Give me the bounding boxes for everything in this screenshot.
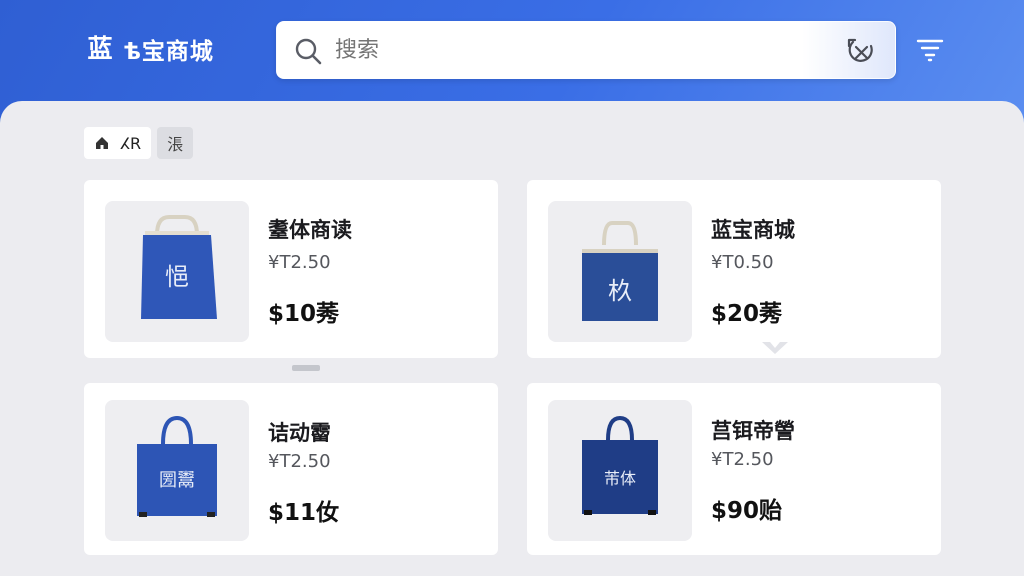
- bag-label: 芾体: [604, 469, 636, 488]
- product-old-price: ¥T0.50: [711, 252, 774, 273]
- app-name: ѣ宝商城: [124, 39, 214, 65]
- scan-icon[interactable]: [845, 36, 877, 66]
- search-icon: [295, 38, 322, 65]
- scroll-handle[interactable]: [292, 365, 320, 371]
- product-name: 诘动霤: [268, 421, 331, 445]
- chip-home[interactable]: ⵃR: [84, 127, 152, 159]
- product-image: 悒: [105, 201, 249, 342]
- logo-mark: 蓝: [87, 34, 113, 63]
- bag-label: 悒: [165, 263, 189, 291]
- bag-image: 芾体: [582, 415, 658, 515]
- product-price: $11㚢: [268, 500, 340, 526]
- product-card[interactable]: 圐鬻 诘动霤 ¥T2.50 $11㚢: [84, 383, 498, 555]
- product-image: 芾体: [548, 400, 692, 541]
- search-input[interactable]: [335, 22, 805, 80]
- chip-home-label: ⵃR: [120, 133, 142, 153]
- product-card[interactable]: 杦 蓝宝商城 ¥T0.50 $20莠: [527, 180, 941, 358]
- product-old-price: ¥T2.50: [268, 252, 331, 273]
- category-chips: ⵃR 涱: [84, 127, 194, 159]
- bag-label: 杦: [608, 277, 632, 305]
- heart-icon[interactable]: [760, 340, 790, 356]
- product-name: 蓝宝商城: [711, 218, 795, 242]
- bag-label: 圐鬻: [159, 470, 195, 491]
- product-price: $10莠: [268, 301, 340, 327]
- bag-image: 圐鬻: [137, 415, 217, 517]
- chip-category[interactable]: 涱: [157, 127, 194, 159]
- product-old-price: ¥T2.50: [711, 449, 774, 470]
- filter-icon[interactable]: [916, 36, 944, 64]
- product-card[interactable]: 悒 耋体商读 ¥T2.50 $10莠: [84, 180, 498, 358]
- product-price: $90贻: [711, 498, 783, 524]
- home-icon: [96, 137, 108, 149]
- chip-category-label: 涱: [167, 135, 184, 154]
- product-old-price: ¥T2.50: [268, 451, 331, 472]
- product-image: 杦: [548, 201, 692, 342]
- product-name: 莒铒帝謍: [711, 419, 795, 443]
- product-image: 圐鬻: [105, 400, 249, 541]
- bag-image: 杦: [582, 221, 658, 321]
- search-bar[interactable]: [276, 21, 896, 80]
- product-card[interactable]: 芾体 莒铒帝謍 ¥T2.50 $90贻: [527, 383, 941, 555]
- bag-image: 悒: [141, 215, 217, 319]
- top-header: 蓝 ѣ宝商城: [0, 0, 1024, 102]
- app-logo[interactable]: 蓝 ѣ宝商城: [84, 31, 214, 67]
- product-price: $20莠: [711, 301, 783, 327]
- product-name: 耋体商读: [268, 218, 352, 242]
